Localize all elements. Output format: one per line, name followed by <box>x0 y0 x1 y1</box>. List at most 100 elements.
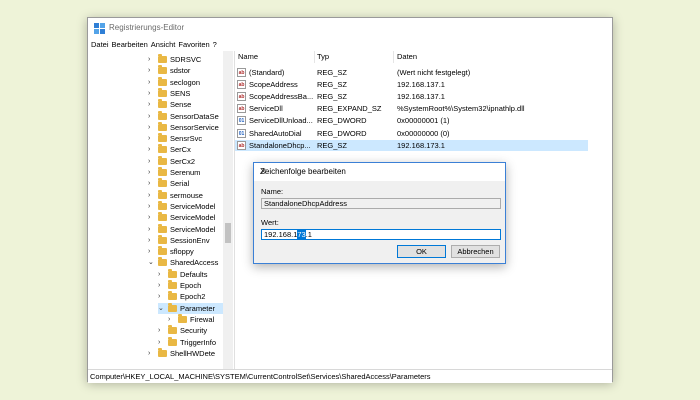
folder-icon <box>158 110 167 120</box>
status-bar: Computer\HKEY_LOCAL_MACHINE\SYSTEM\Curre… <box>88 369 612 383</box>
tree-item[interactable]: › TriggerInfo <box>158 336 232 348</box>
tree-item[interactable]: › seclogon <box>148 76 232 88</box>
tree-item[interactable]: ⌄ Parameter <box>158 302 232 314</box>
column-header-type[interactable]: Typ <box>317 51 329 63</box>
chevron-right-icon[interactable]: › <box>148 224 154 235</box>
menu-favoriten[interactable]: Favoriten <box>178 39 209 50</box>
tree-item[interactable]: › SerCx <box>148 144 232 155</box>
menu-datei[interactable]: Datei <box>91 39 109 50</box>
tree-item[interactable]: › SDRSVC <box>148 54 232 65</box>
tree-item[interactable]: › SENS <box>148 87 232 99</box>
chevron-right-icon[interactable]: › <box>148 133 154 144</box>
tree-item-label: ServiceModel <box>170 224 216 234</box>
value-name: SharedAutoDial <box>249 128 302 138</box>
tree-item[interactable]: › ServiceModel <box>148 223 232 235</box>
name-field: StandaloneDhcpAddress <box>261 198 501 209</box>
chevron-right-icon[interactable]: › <box>148 246 154 257</box>
value-row[interactable]: ab ScopeAddress REG_SZ 192.168.137.1 <box>235 79 605 90</box>
folder-icon <box>158 133 167 143</box>
menu-help[interactable]: ? <box>213 39 217 50</box>
chevron-right-icon[interactable]: › <box>158 337 164 348</box>
tree-item[interactable]: › sermouse <box>148 189 232 201</box>
chevron-right-icon[interactable]: › <box>148 156 154 167</box>
column-header-data[interactable]: Daten <box>397 51 417 63</box>
chevron-right-icon[interactable]: › <box>148 178 154 189</box>
ok-button[interactable]: OK <box>397 245 446 258</box>
chevron-right-icon[interactable]: › <box>148 190 154 201</box>
folder-icon <box>158 121 167 131</box>
chevron-right-icon[interactable]: › <box>148 201 154 212</box>
chevron-right-icon[interactable]: › <box>168 314 174 325</box>
value-row[interactable]: 01 ServiceDllUnload... REG_DWORD 0x00000001… <box>235 115 605 126</box>
chevron-right-icon[interactable]: › <box>158 269 164 280</box>
value-row[interactable]: ab ScopeAddressBa... REG_SZ 192.168.137.1 <box>235 91 605 102</box>
tree-item[interactable]: › SensorDataSe <box>148 110 232 122</box>
column-divider[interactable] <box>314 51 315 63</box>
value-row[interactable]: ab ServiceDll REG_EXPAND_SZ %SystemRoot%\Sy… <box>235 103 605 114</box>
value-input[interactable]: 192.168.173.1 <box>261 229 501 240</box>
folder-icon <box>158 246 167 256</box>
tree-vertical-scrollbar[interactable] <box>223 51 233 371</box>
chevron-right-icon[interactable]: › <box>148 65 154 76</box>
chevron-right-icon[interactable]: › <box>148 99 154 110</box>
value-name: StandaloneDhcp... <box>249 140 311 150</box>
chevron-right-icon[interactable]: › <box>148 111 154 122</box>
chevron-right-icon[interactable]: › <box>148 348 154 359</box>
tree-item[interactable]: › SensorService <box>148 121 232 133</box>
tree-item[interactable]: › ServiceModel <box>148 200 232 212</box>
folder-icon <box>158 189 167 199</box>
value-type: REG_SZ <box>317 92 348 102</box>
tree-item-label: seclogon <box>170 77 201 87</box>
tree-item[interactable]: › Serial <box>148 178 232 189</box>
chevron-right-icon[interactable]: › <box>148 77 154 88</box>
tree-item[interactable]: › ServiceModel <box>148 212 232 223</box>
registry-app-icon <box>94 23 105 34</box>
column-header-name[interactable]: Name <box>238 51 258 63</box>
menu-bearbeiten[interactable]: Bearbeiten <box>112 39 148 50</box>
chevron-right-icon[interactable]: › <box>158 291 164 302</box>
tree-item[interactable]: › SessionEnv <box>148 234 232 246</box>
tree-item[interactable]: › SerCx2 <box>148 155 232 167</box>
value-row[interactable]: ab (Standard) REG_SZ (Wert nicht festgelegt… <box>235 67 605 78</box>
tree-item[interactable]: ⌄ SharedAccess <box>148 257 232 268</box>
tree-item[interactable]: › SensrSvc <box>148 133 232 144</box>
folder-icon <box>158 76 167 86</box>
dialog-title-bar[interactable]: Zeichenfolge bearbeiten ✕ <box>254 163 505 181</box>
chevron-right-icon[interactable]: › <box>148 122 154 133</box>
chevron-right-icon[interactable]: › <box>148 235 154 246</box>
tree-item[interactable]: › sdstor <box>148 65 232 76</box>
value-type: REG_EXPAND_SZ <box>317 104 382 114</box>
tree-item[interactable]: › Epoch <box>158 280 232 291</box>
chevron-right-icon[interactable]: › <box>158 280 164 291</box>
chevron-right-icon[interactable]: › <box>148 167 154 178</box>
value-data: 192.168.137.1 <box>397 80 445 90</box>
cancel-button[interactable]: Abbrechen <box>451 245 500 258</box>
tree-item[interactable]: › Serenum <box>148 167 232 178</box>
column-divider[interactable] <box>393 51 394 63</box>
value-row[interactable]: 01 SharedAutoDial REG_DWORD 0x00000000 (0) <box>235 128 605 139</box>
tree-item[interactable]: › ShellHWDete <box>148 347 232 359</box>
chevron-down-icon[interactable]: ⌄ <box>158 303 164 314</box>
tree-item[interactable]: › sfloppy <box>148 246 232 257</box>
chevron-right-icon[interactable]: › <box>148 212 154 223</box>
chevron-down-icon[interactable]: ⌄ <box>148 257 154 268</box>
chevron-right-icon[interactable]: › <box>148 144 154 155</box>
tree-item-label: TriggerInfo <box>180 337 216 347</box>
folder-icon <box>158 234 167 244</box>
chevron-right-icon[interactable]: › <box>158 325 164 336</box>
chevron-right-icon[interactable]: › <box>148 54 154 65</box>
tree-item[interactable]: › Defaults <box>158 268 232 280</box>
value-data: %SystemRoot%\System32\ipnathlp.dll <box>397 104 525 114</box>
chevron-right-icon[interactable]: › <box>148 88 154 99</box>
close-icon[interactable]: ✕ <box>260 167 499 176</box>
tree-scroll-thumb[interactable] <box>225 223 231 243</box>
tree-item-label: Epoch <box>180 281 202 290</box>
tree-item-label: Serenum <box>170 168 201 177</box>
title-bar[interactable]: Registrierungs-Editor <box>88 18 612 39</box>
tree-item[interactable]: › Epoch2 <box>158 291 232 302</box>
tree-item[interactable]: › Sense <box>148 99 232 110</box>
tree-item[interactable]: › Security <box>158 325 232 336</box>
value-row[interactable]: ab StandaloneDhcp... REG_SZ 192.168.173.1 <box>235 139 588 151</box>
menu-ansicht[interactable]: Ansicht <box>151 39 176 50</box>
value-data: 0x00000001 (1) <box>397 116 450 126</box>
